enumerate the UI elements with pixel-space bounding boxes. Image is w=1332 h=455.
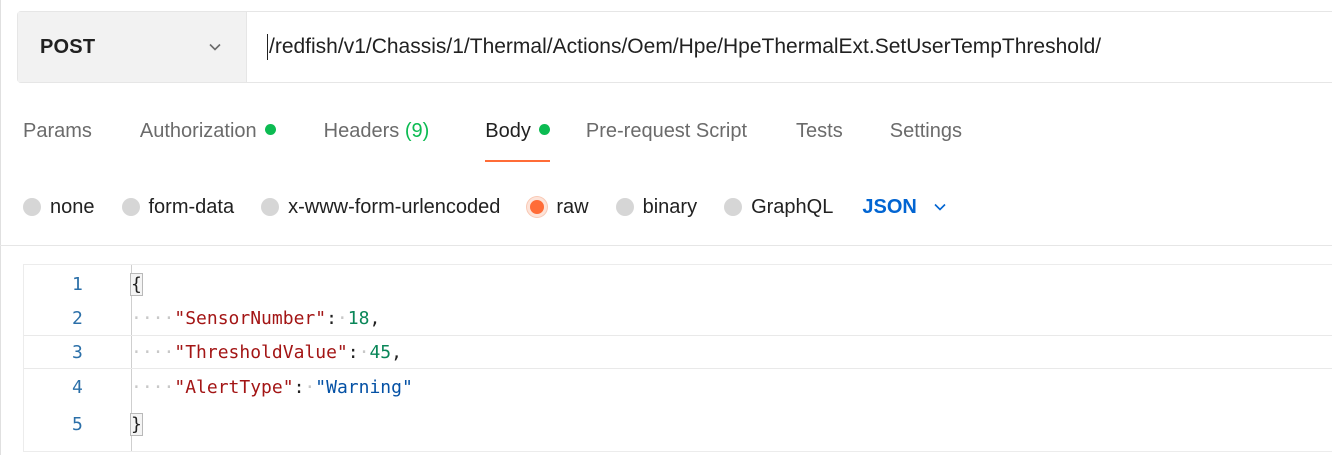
tab-label: Params — [23, 120, 92, 142]
radio-icon — [121, 198, 140, 216]
body-language-select[interactable]: JSON — [862, 196, 948, 219]
body-type-label: none — [50, 195, 95, 218]
http-method-label: POST — [40, 35, 96, 58]
json-value: "Warning" — [315, 376, 413, 398]
whitespace-marker: ···· — [131, 307, 175, 329]
tab-tests[interactable]: Tests — [796, 118, 843, 162]
code-text: ····"AlertType":·"Warning" — [131, 376, 413, 398]
radio-icon — [724, 198, 743, 216]
body-type-x-www-form-urlencoded[interactable]: x-www-form-urlencoded — [261, 196, 500, 219]
tab-pre-request-script[interactable]: Pre-request Script — [586, 118, 747, 162]
tab-settings[interactable]: Settings — [890, 118, 962, 162]
colon: : — [347, 341, 359, 363]
radio-selected-icon — [527, 197, 548, 217]
line-number: 1 — [72, 273, 83, 295]
body-language-label: JSON — [862, 195, 917, 218]
tab-count-badge: (9) — [404, 120, 430, 142]
radio-icon — [261, 198, 280, 216]
line-number: 4 — [72, 376, 83, 398]
code-line: 5 } — [24, 407, 1332, 441]
tab-body[interactable]: Body — [485, 118, 550, 162]
window-left-border — [0, 0, 1, 455]
code-line-active: 3 ····"ThresholdValue":·45, — [24, 335, 1332, 369]
chevron-down-icon — [209, 43, 221, 51]
colon: : — [293, 376, 305, 398]
json-suffix: , — [369, 307, 381, 329]
whitespace-marker: ···· — [131, 341, 175, 363]
code-editor[interactable]: 1 { 2 ····"SensorNumber":·18, 3 ····"Thr… — [23, 264, 1332, 452]
request-url-text: /redfish/v1/Chassis/1/Thermal/Actions/Oe… — [269, 35, 1102, 58]
code-line: 1 { — [24, 267, 1332, 301]
code-line: 2 ····"SensorNumber":·18, — [24, 301, 1332, 335]
body-type-label: form-data — [148, 195, 235, 218]
radio-icon — [23, 198, 41, 216]
tab-label: Headers — [323, 120, 400, 142]
brace: } — [130, 412, 143, 436]
tab-label: Tests — [796, 120, 843, 142]
tab-authorization[interactable]: Authorization — [140, 118, 276, 162]
request-tabs: Params Authorization Headers (9) Body Pr… — [23, 118, 962, 164]
body-type-label: GraphQL — [751, 195, 834, 218]
request-url-input[interactable]: /redfish/v1/Chassis/1/Thermal/Actions/Oe… — [247, 12, 1332, 82]
text-caret — [267, 34, 268, 60]
line-number: 3 — [72, 341, 83, 363]
line-number: 2 — [72, 307, 83, 329]
request-url-bar: POST /redfish/v1/Chassis/1/Thermal/Actio… — [17, 11, 1332, 83]
line-number: 5 — [72, 413, 83, 435]
body-type-raw[interactable]: raw — [527, 195, 589, 219]
tab-params[interactable]: Params — [23, 118, 92, 162]
code-line: 4 ····"AlertType":·"Warning" — [24, 370, 1332, 404]
json-key: "AlertType" — [174, 376, 294, 398]
body-type-none[interactable]: none — [23, 196, 95, 219]
tab-headers[interactable]: Headers (9) — [324, 118, 430, 162]
body-type-options: none form-data x-www-form-urlencoded raw… — [23, 190, 949, 224]
json-key: "ThresholdValue" — [174, 341, 348, 363]
body-type-label: raw — [556, 195, 589, 218]
colon: : — [326, 307, 337, 329]
code-text: } — [130, 412, 143, 436]
body-type-label: x-www-form-urlencoded — [288, 195, 501, 218]
json-value: 18 — [347, 307, 370, 329]
json-key: "SensorNumber" — [174, 307, 327, 329]
body-type-binary[interactable]: binary — [615, 195, 698, 219]
body-type-graphql[interactable]: GraphQL — [724, 196, 833, 219]
section-divider — [0, 245, 1332, 246]
code-text: ····"ThresholdValue":·45, — [131, 341, 402, 363]
tab-label: Pre-request Script — [585, 120, 748, 142]
tab-label: Authorization — [139, 120, 257, 142]
json-suffix: , — [391, 341, 402, 363]
chevron-down-icon — [934, 203, 946, 211]
tab-label: Settings — [889, 120, 962, 142]
http-method-select[interactable]: POST — [18, 12, 247, 82]
tab-label: Body — [485, 120, 531, 142]
json-value: 45 — [369, 341, 392, 363]
whitespace-marker: ···· — [131, 376, 175, 398]
status-dot-icon — [538, 124, 550, 135]
body-type-form-data[interactable]: form-data — [121, 195, 235, 219]
code-text: ····"SensorNumber":·18, — [131, 307, 381, 329]
radio-icon — [615, 198, 634, 216]
code-text: { — [130, 272, 143, 296]
status-dot-icon — [264, 124, 276, 135]
brace: { — [130, 272, 143, 296]
body-type-label: binary — [642, 195, 698, 218]
